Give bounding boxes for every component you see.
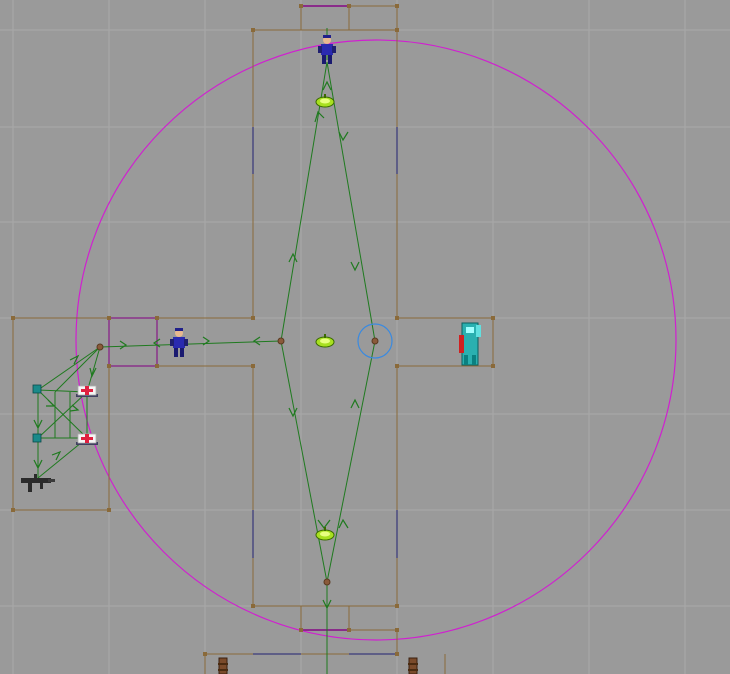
green-lamp-icon[interactable] bbox=[315, 527, 335, 541]
medkit-icon[interactable] bbox=[76, 433, 98, 445]
ammo-box-icon[interactable] bbox=[32, 433, 42, 443]
path-nodes[interactable] bbox=[96, 337, 379, 586]
ammo-box-icon[interactable] bbox=[32, 384, 42, 394]
medkit-icon[interactable] bbox=[76, 385, 98, 397]
robot-icon[interactable] bbox=[459, 322, 481, 366]
guard-blue-icon[interactable] bbox=[170, 328, 188, 357]
map-view[interactable] bbox=[0, 0, 730, 674]
green-lamp-icon[interactable] bbox=[315, 334, 335, 348]
barrel-icon[interactable] bbox=[218, 657, 228, 674]
patrol-paths[interactable] bbox=[37, 28, 376, 674]
wall-blue-lines bbox=[252, 127, 398, 655]
green-lamp-icon[interactable] bbox=[315, 94, 335, 108]
map-editor-canvas[interactable] bbox=[0, 0, 730, 674]
barrel-icon[interactable] bbox=[408, 657, 418, 674]
sector-lines bbox=[12, 5, 494, 674]
